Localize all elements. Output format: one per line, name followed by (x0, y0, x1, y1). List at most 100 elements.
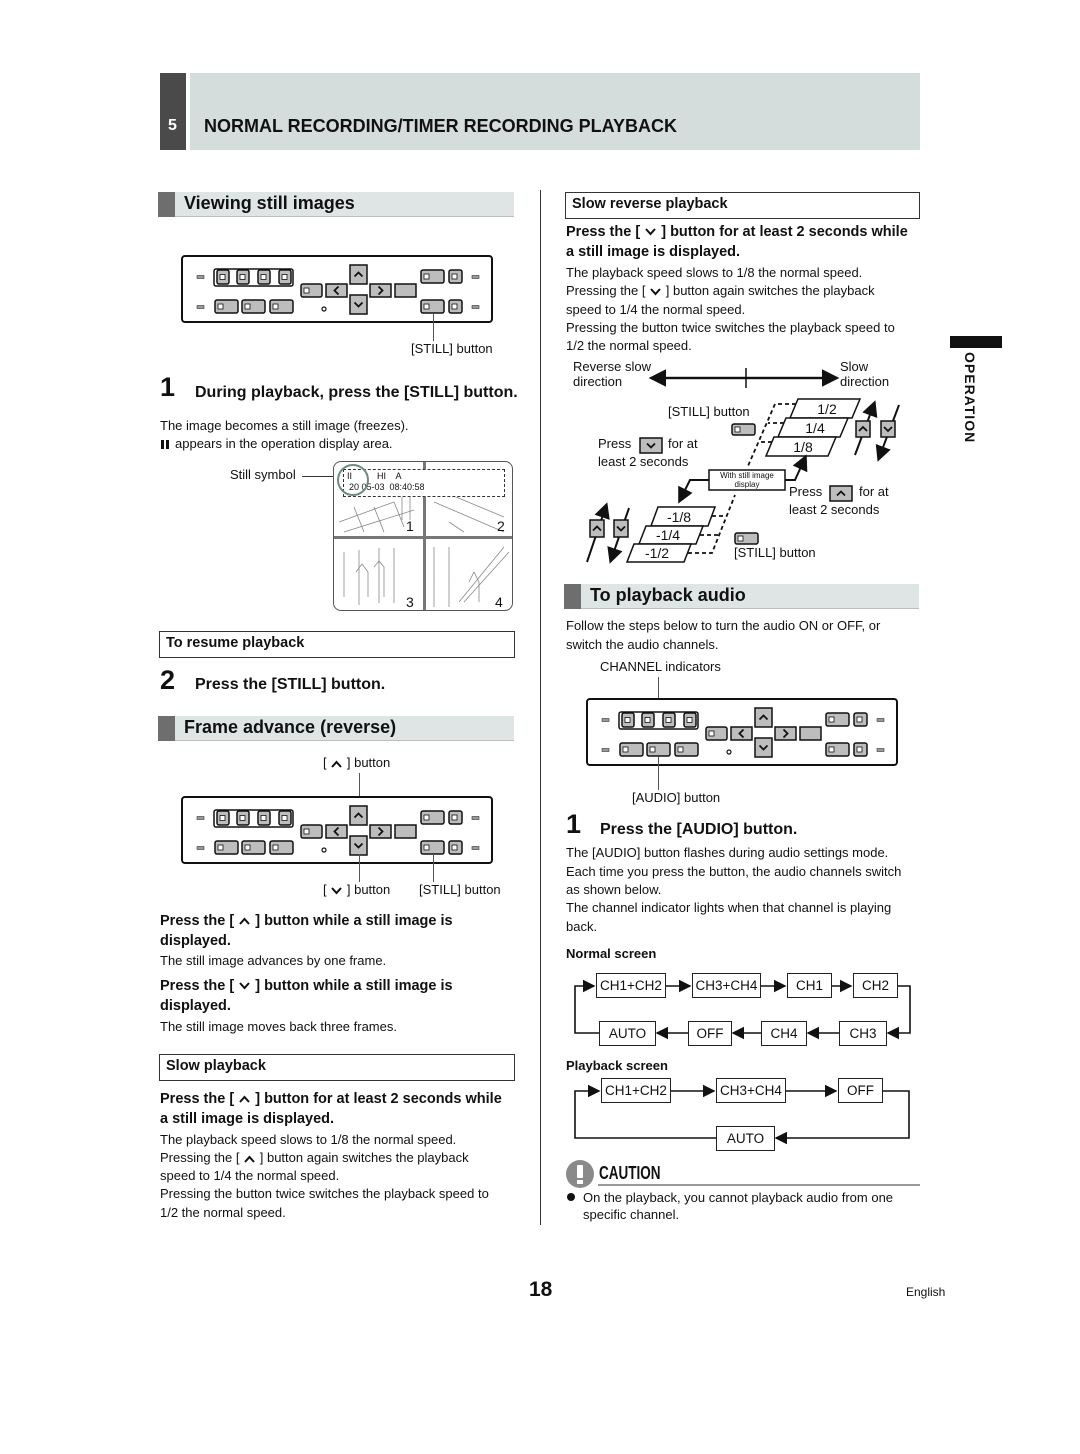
still-button-label: [STILL] button (411, 341, 493, 356)
camera-button-4[interactable] (683, 712, 697, 728)
indicator-led (471, 816, 480, 820)
camera-button-2[interactable] (236, 810, 250, 826)
small-button[interactable] (448, 299, 463, 314)
channel-indicators-label: CHANNEL indicators (600, 659, 721, 674)
camera-button-3[interactable] (257, 269, 271, 285)
camera-button-1[interactable] (216, 810, 230, 826)
indicator-led (601, 718, 610, 722)
up-button[interactable] (349, 264, 368, 285)
mode-button-1[interactable] (619, 742, 644, 757)
camera-button-1[interactable] (621, 712, 635, 728)
mode-button-2[interactable] (646, 742, 671, 757)
mode-button-1[interactable] (214, 840, 239, 855)
box-title: Slow playback (166, 1058, 266, 1074)
up-button-inline[interactable] (829, 485, 853, 502)
button-body (369, 283, 392, 298)
blank-button[interactable] (394, 824, 417, 839)
playback-button[interactable] (420, 810, 445, 825)
flow-box: OFF (688, 1021, 732, 1046)
left-button[interactable] (325, 283, 348, 298)
mode-button-2[interactable] (241, 840, 266, 855)
still-button[interactable] (420, 840, 445, 855)
small-button[interactable] (448, 269, 463, 284)
menu-button[interactable] (300, 824, 323, 839)
up-button[interactable] (855, 420, 871, 438)
camera-button-3[interactable] (257, 810, 271, 826)
chevron-down-icon (330, 882, 343, 897)
button-led (644, 717, 651, 723)
down-button[interactable] (880, 420, 896, 438)
menu-button[interactable] (300, 283, 323, 298)
right-button[interactable] (774, 726, 797, 741)
small-button[interactable] (448, 810, 463, 825)
menu-button[interactable] (705, 726, 728, 741)
camera-button-4[interactable] (278, 269, 292, 285)
small-button[interactable] (448, 840, 463, 855)
right-button[interactable] (369, 824, 392, 839)
mode-button-3[interactable] (269, 299, 294, 314)
label: for at (668, 436, 698, 451)
indicator-led (876, 718, 885, 722)
still-button[interactable] (420, 299, 445, 314)
button-led (244, 303, 251, 310)
desc: Pressing the [ ] button again switches t… (566, 283, 875, 298)
right-button[interactable] (369, 283, 392, 298)
left-button[interactable] (730, 726, 753, 741)
left-button[interactable] (325, 824, 348, 839)
button-body (730, 726, 753, 741)
button-led (423, 844, 430, 851)
slow-speed-diagram: Reverse slow direction Slow direction [S… (573, 359, 900, 564)
control-panel-still (181, 255, 493, 323)
speed-label: -1/2 (645, 545, 669, 561)
indicator-led (196, 816, 205, 820)
step-number: 2 (160, 665, 176, 695)
button-body (774, 726, 797, 741)
camera-button-3[interactable] (662, 712, 676, 728)
camera-screen: II HI A 20 05-03 08:40:58 1 2 3 4 (333, 461, 513, 611)
section-title: To playback audio (590, 585, 746, 605)
still-button-label: [STILL] button (419, 882, 501, 897)
down-button[interactable] (754, 737, 773, 758)
up-button[interactable] (754, 707, 773, 728)
down-button-inline[interactable] (639, 437, 663, 454)
playback-button[interactable] (420, 269, 445, 284)
mode-button-3[interactable] (269, 840, 294, 855)
flow-box: CH3+CH4 (716, 1078, 786, 1103)
camera-button-2[interactable] (641, 712, 655, 728)
button-led (734, 426, 741, 433)
bullet (567, 1193, 575, 1201)
caution-title: CAUTION (599, 1163, 661, 1183)
blank-button[interactable] (394, 283, 417, 298)
camera-button-2[interactable] (236, 269, 250, 285)
instruction: Press the [ ] button for at least 2 seco… (160, 1091, 502, 1107)
up-button[interactable] (349, 805, 368, 826)
playback-button[interactable] (825, 712, 850, 727)
button-led (219, 274, 226, 280)
mode-button-1[interactable] (214, 299, 239, 314)
mode-button-2[interactable] (241, 299, 266, 314)
down-button[interactable] (349, 835, 368, 856)
button-led (451, 273, 458, 280)
mode-button-3[interactable] (674, 742, 699, 757)
indicator-led (196, 846, 205, 850)
instruction: a still image is displayed. (566, 244, 741, 260)
down-button[interactable] (613, 519, 629, 538)
camera-button-4[interactable] (278, 810, 292, 826)
button-led (303, 828, 310, 835)
up-button[interactable] (589, 519, 605, 538)
still-button[interactable] (825, 742, 850, 757)
caution-icon (566, 1160, 594, 1188)
small-button[interactable] (853, 712, 868, 727)
still-symbol-circle (337, 464, 369, 496)
chevron-up-icon (330, 755, 343, 770)
label: direction (840, 374, 889, 389)
down-button[interactable] (349, 294, 368, 315)
still-button-icon[interactable] (731, 423, 756, 436)
still-button-icon[interactable] (734, 532, 759, 545)
desc: speed to 1/4 the normal speed. (566, 302, 746, 317)
button-led (272, 303, 279, 310)
small-button[interactable] (853, 742, 868, 757)
desc: 1/2 the normal speed. (160, 1205, 286, 1220)
blank-button[interactable] (799, 726, 822, 741)
camera-button-1[interactable] (216, 269, 230, 285)
